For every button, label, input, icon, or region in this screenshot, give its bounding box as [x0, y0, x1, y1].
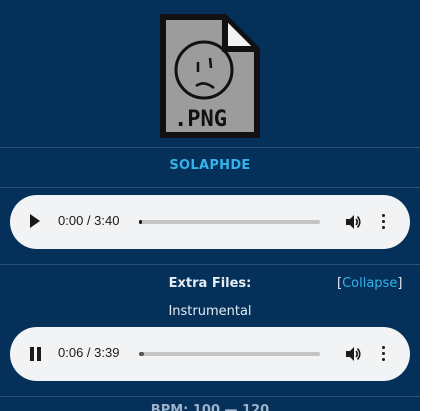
volume-icon[interactable] — [344, 345, 362, 363]
seek-bar[interactable] — [139, 220, 320, 224]
instrumental-label: Instrumental — [168, 304, 252, 319]
time-display: 0:06 / 3:39 — [58, 345, 120, 360]
seek-progress — [139, 220, 142, 224]
collapse-toggle[interactable]: [Collapse] — [337, 276, 402, 291]
collapse-link[interactable]: Collapse — [342, 276, 397, 291]
media-panel: .PNG SOLAPHDE 0:00 / 3:40 Extra Files: [… — [0, 0, 420, 411]
volume-icon[interactable] — [344, 213, 362, 231]
png-icon-label: .PNG — [174, 107, 227, 132]
divider — [0, 396, 420, 397]
more-options-icon[interactable] — [382, 213, 386, 231]
audio-player-instrumental[interactable]: 0:06 / 3:39 — [10, 327, 410, 381]
divider — [0, 147, 420, 148]
seek-progress — [139, 352, 144, 356]
scrollbar-thumb[interactable] — [423, 0, 430, 411]
time-display: 0:00 / 3:40 — [58, 213, 120, 228]
pause-icon[interactable] — [30, 347, 41, 361]
bpm-label-partial: BPM: 100 — 120 — [150, 403, 270, 411]
file-title: SOLAPHDE — [169, 158, 251, 173]
scrollbar[interactable] — [420, 0, 433, 411]
divider — [0, 264, 420, 265]
play-icon[interactable] — [30, 214, 40, 228]
collapse-bracket-close: ] — [397, 276, 403, 291]
seek-bar[interactable] — [139, 352, 320, 356]
divider — [0, 187, 420, 188]
more-options-icon[interactable] — [382, 345, 386, 363]
png-file-icon: .PNG — [160, 13, 261, 138]
audio-player[interactable]: 0:00 / 3:40 — [10, 195, 410, 249]
